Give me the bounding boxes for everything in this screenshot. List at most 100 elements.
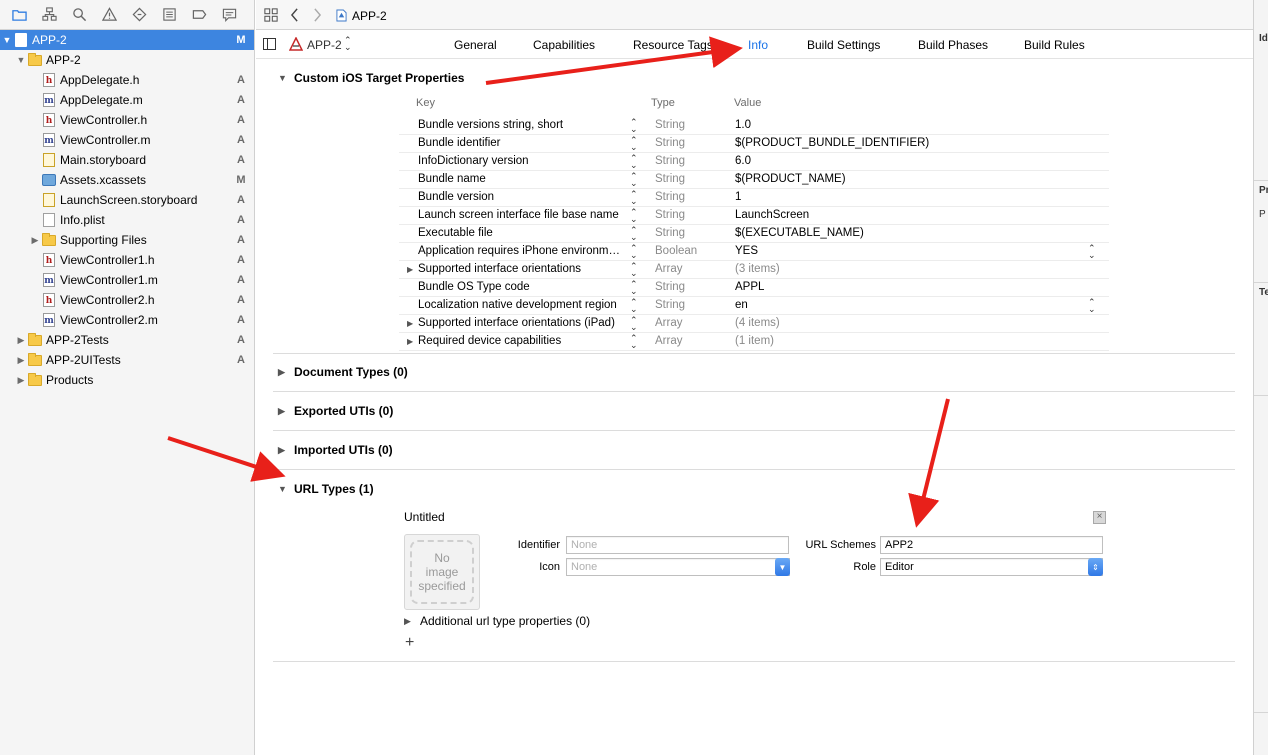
property-value[interactable]: $(PRODUCT_NAME) bbox=[735, 173, 846, 185]
property-row[interactable]: ▶ Supported interface orientations ⌃ ⌄ Array… bbox=[399, 261, 1109, 279]
url-schemes-field[interactable]: APP2 bbox=[880, 536, 1103, 554]
property-key[interactable]: Bundle identifier bbox=[418, 137, 500, 149]
navigator-item[interactable]: h ViewController1.h A bbox=[0, 250, 254, 270]
column-header-value[interactable]: Value bbox=[734, 97, 761, 109]
property-value[interactable]: $(EXECUTABLE_NAME) bbox=[735, 227, 864, 239]
sidebar-toggle-icon[interactable] bbox=[263, 38, 276, 50]
property-type[interactable]: String bbox=[655, 281, 685, 293]
remove-url-type-icon[interactable]: × bbox=[1093, 511, 1106, 524]
disclosure-closed-icon[interactable]: ▶ bbox=[278, 367, 294, 378]
key-stepper-icon[interactable]: ⌃ ⌄ bbox=[630, 280, 638, 296]
property-value[interactable]: 6.0 bbox=[735, 155, 751, 167]
navigator-item[interactable]: Info.plist A bbox=[0, 210, 254, 230]
key-stepper-icon[interactable]: ⌃ ⌄ bbox=[630, 172, 638, 188]
navigator-item[interactable]: ▶ APP-2Tests A bbox=[0, 330, 254, 350]
key-stepper-icon[interactable]: ⌃ ⌄ bbox=[630, 190, 638, 206]
property-key[interactable]: InfoDictionary version bbox=[418, 155, 529, 167]
disclosure-closed-icon[interactable]: ▶ bbox=[407, 319, 413, 328]
updown-chevron-icon[interactable]: ⇕ bbox=[1088, 558, 1103, 576]
target-selector[interactable]: APP-2 bbox=[307, 38, 342, 52]
property-key[interactable]: Bundle OS Type code bbox=[418, 281, 530, 293]
add-icon[interactable]: + bbox=[405, 634, 414, 652]
property-key[interactable]: Localization native development region bbox=[418, 299, 617, 311]
key-stepper-icon[interactable]: ⌃ ⌄ bbox=[630, 316, 638, 332]
navigator-item[interactable]: ▶ APP-2UITests A bbox=[0, 350, 254, 370]
property-value[interactable]: (1 item) bbox=[735, 335, 774, 347]
disclosure-closed-icon[interactable]: ▶ bbox=[407, 337, 413, 346]
url-types-header[interactable]: ▼ URL Types (1) bbox=[278, 482, 374, 496]
column-header-type[interactable]: Type bbox=[651, 97, 675, 109]
disclosure-closed-icon[interactable]: ▶ bbox=[278, 406, 294, 417]
imported-utis-header[interactable]: ▶ Imported UTIs (0) bbox=[278, 443, 393, 457]
disclosure-open-icon[interactable]: ▼ bbox=[278, 73, 294, 83]
navigator-item[interactable]: m ViewController2.m A bbox=[0, 310, 254, 330]
navigator-item[interactable]: ▼ APP-2 M bbox=[0, 30, 254, 50]
report-icon[interactable] bbox=[220, 5, 239, 24]
additional-properties[interactable]: Additional url type properties (0) bbox=[420, 614, 590, 628]
key-stepper-icon[interactable]: ⌃ ⌄ bbox=[630, 226, 638, 242]
disclosure-open-icon[interactable]: ▼ bbox=[278, 484, 294, 494]
value-popup-icon[interactable]: ⌃ ⌄ bbox=[1088, 298, 1096, 314]
forward-chevron-icon[interactable] bbox=[311, 7, 323, 23]
key-stepper-icon[interactable]: ⌃ ⌄ bbox=[630, 136, 638, 152]
property-value[interactable]: 1.0 bbox=[735, 119, 751, 131]
tab-resource-tags[interactable]: Resource Tags bbox=[633, 38, 713, 52]
property-key[interactable]: Supported interface orientations (iPad) bbox=[418, 317, 615, 329]
warning-icon[interactable] bbox=[100, 5, 119, 24]
property-type[interactable]: String bbox=[655, 209, 685, 221]
search-icon[interactable] bbox=[70, 5, 89, 24]
property-value[interactable]: (4 items) bbox=[735, 317, 780, 329]
navigator-item[interactable]: h AppDelegate.h A bbox=[0, 70, 254, 90]
navigator-item[interactable]: LaunchScreen.storyboard A bbox=[0, 190, 254, 210]
jump-bar-file[interactable]: APP-2 bbox=[352, 9, 387, 23]
property-value[interactable]: $(PRODUCT_BUNDLE_IDENTIFIER) bbox=[735, 137, 929, 149]
exported-utis-header[interactable]: ▶ Exported UTIs (0) bbox=[278, 404, 393, 418]
disclosure-closed-icon[interactable]: ▶ bbox=[407, 265, 413, 274]
navigator-item[interactable]: m ViewController1.m A bbox=[0, 270, 254, 290]
identifier-field[interactable]: None bbox=[566, 536, 789, 554]
tab-build-phases[interactable]: Build Phases bbox=[918, 38, 988, 52]
navigator-item[interactable]: h ViewController2.h A bbox=[0, 290, 254, 310]
property-type[interactable]: Array bbox=[655, 335, 682, 347]
navigator-item[interactable]: ▶ Supporting Files A bbox=[0, 230, 254, 250]
property-type[interactable]: String bbox=[655, 155, 685, 167]
property-type[interactable]: Array bbox=[655, 317, 682, 329]
navigator-item[interactable]: Assets.xcassets M bbox=[0, 170, 254, 190]
property-type[interactable]: String bbox=[655, 227, 685, 239]
property-type[interactable]: Array bbox=[655, 263, 682, 275]
debug-icon[interactable] bbox=[160, 5, 179, 24]
property-row[interactable]: Executable file ⌃ ⌄ String $(EXECUTABLE_NAME… bbox=[399, 225, 1109, 243]
key-stepper-icon[interactable]: ⌃ ⌄ bbox=[630, 154, 638, 170]
disclosure-open-icon[interactable]: ▼ bbox=[16, 55, 26, 65]
property-row[interactable]: Bundle identifier ⌃ ⌄ String $(PRODUCT_BUNDL… bbox=[399, 135, 1109, 153]
property-row[interactable]: Bundle OS Type code ⌃ ⌄ String APPL bbox=[399, 279, 1109, 297]
property-key[interactable]: Bundle name bbox=[418, 173, 486, 185]
related-items-icon[interactable] bbox=[263, 7, 279, 23]
property-row[interactable]: Localization native development region ⌃ ⌄… bbox=[399, 297, 1109, 315]
back-chevron-icon[interactable] bbox=[288, 7, 300, 23]
property-row[interactable]: Application requires iPhone environm… ⌃ ⌄ B… bbox=[399, 243, 1109, 261]
chevron-down-icon[interactable]: ▼ bbox=[775, 558, 790, 576]
property-row[interactable]: Bundle name ⌃ ⌄ String $(PRODUCT_NAME) bbox=[399, 171, 1109, 189]
property-type[interactable]: String bbox=[655, 191, 685, 203]
key-stepper-icon[interactable]: ⌃ ⌄ bbox=[630, 118, 638, 134]
property-type[interactable]: String bbox=[655, 299, 685, 311]
navigator-item[interactable]: ▼ APP-2 bbox=[0, 50, 254, 70]
tab-build-settings[interactable]: Build Settings bbox=[807, 38, 880, 52]
property-row[interactable]: ▶ Supported interface orientations (iPad)… bbox=[399, 315, 1109, 333]
key-stepper-icon[interactable]: ⌃ ⌄ bbox=[630, 298, 638, 314]
tab-build-rules[interactable]: Build Rules bbox=[1024, 38, 1085, 52]
breakpoint-icon[interactable] bbox=[190, 5, 209, 24]
disclosure-open-icon[interactable]: ▼ bbox=[2, 35, 12, 45]
image-well[interactable]: No image specified bbox=[404, 534, 480, 610]
key-stepper-icon[interactable]: ⌃ ⌄ bbox=[630, 262, 638, 278]
disclosure-closed-icon[interactable]: ▶ bbox=[16, 375, 26, 386]
property-value[interactable]: en bbox=[735, 299, 748, 311]
property-key[interactable]: Supported interface orientations bbox=[418, 263, 581, 275]
property-value[interactable]: LaunchScreen bbox=[735, 209, 809, 221]
property-key[interactable]: Executable file bbox=[418, 227, 493, 239]
property-key[interactable]: Bundle versions string, short bbox=[418, 119, 563, 131]
property-row[interactable]: Launch screen interface file base name ⌃ ⌄… bbox=[399, 207, 1109, 225]
property-key[interactable]: Bundle version bbox=[418, 191, 494, 203]
navigator-item[interactable]: m ViewController.m A bbox=[0, 130, 254, 150]
